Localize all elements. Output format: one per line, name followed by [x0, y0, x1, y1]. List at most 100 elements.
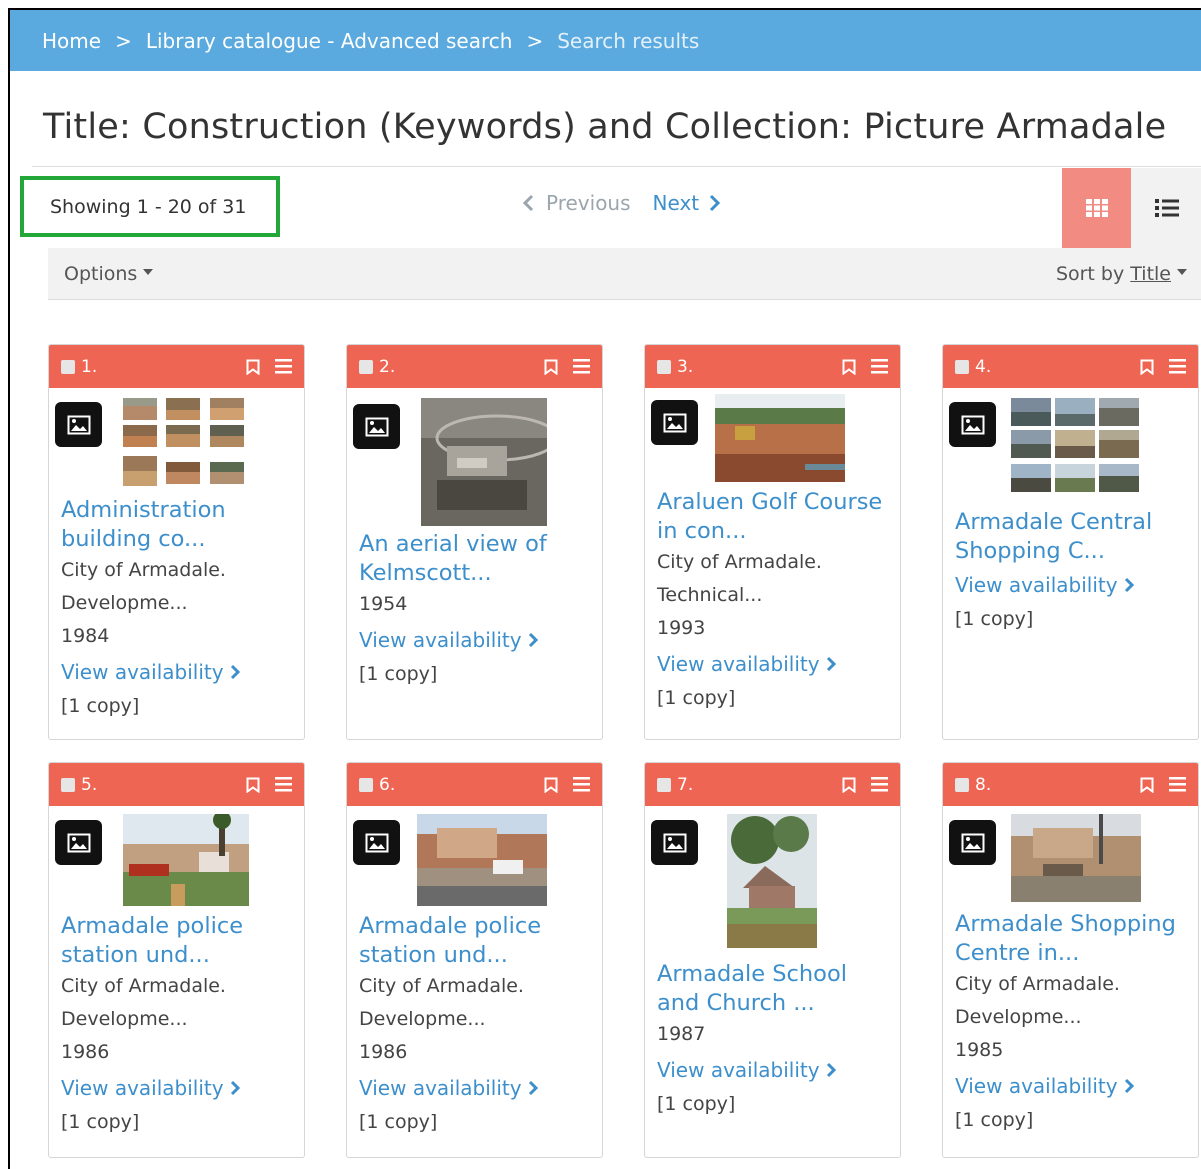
result-year: 1993 — [657, 617, 706, 639]
sort-prefix: Sort by — [1055, 262, 1125, 285]
card-header: 6. — [347, 763, 602, 806]
chevron-left-icon — [522, 194, 534, 212]
select-checkbox[interactable] — [61, 359, 75, 374]
menu-icon[interactable] — [275, 777, 292, 792]
card-body: Armadale police station und... City of A… — [347, 814, 602, 1151]
menu-icon[interactable] — [275, 359, 292, 374]
result-thumbnail[interactable] — [705, 394, 845, 482]
availability-label: View availability — [61, 1076, 224, 1100]
copies-count: [1 copy] — [61, 1111, 140, 1133]
result-card: 2. An aerial view of Kelmscott... 1954 V… — [346, 344, 603, 740]
menu-icon[interactable] — [1169, 777, 1186, 792]
result-title-link[interactable]: Armadale police station und... — [61, 912, 292, 970]
chevron-right-icon — [826, 656, 836, 672]
menu-icon[interactable] — [871, 359, 888, 374]
select-checkbox[interactable] — [61, 777, 75, 792]
menu-icon[interactable] — [573, 777, 590, 792]
chevron-right-icon — [710, 194, 721, 212]
view-availability-link[interactable]: View availability — [61, 655, 292, 689]
view-availability-link[interactable]: View availability — [955, 568, 1186, 602]
select-checkbox[interactable] — [955, 359, 969, 374]
caret-down-icon — [143, 269, 154, 275]
result-thumbnail[interactable] — [109, 396, 249, 490]
result-title-line: Armadale police — [359, 913, 542, 939]
result-title-line: Armadale Central — [955, 509, 1153, 535]
result-card: 7. Armadale School and Church ... 1987 V… — [644, 762, 901, 1158]
view-availability-link[interactable]: View availability — [359, 1071, 590, 1105]
select-checkbox[interactable] — [657, 359, 671, 374]
result-title-link[interactable]: Armadale School and Church ... — [657, 960, 888, 1018]
result-series: Developme... — [359, 1008, 486, 1030]
result-title-link[interactable]: Armadale Central Shopping C... — [955, 508, 1186, 566]
bookmark-icon[interactable] — [246, 777, 260, 793]
result-thumbnail[interactable] — [705, 814, 845, 948]
select-checkbox[interactable] — [359, 359, 373, 374]
copies-count: [1 copy] — [359, 663, 438, 685]
bookmark-icon[interactable] — [1140, 777, 1154, 793]
bookmark-icon[interactable] — [842, 359, 856, 375]
view-availability-link[interactable]: View availability — [61, 1071, 292, 1105]
image-icon — [55, 402, 102, 447]
bookmark-icon[interactable] — [246, 359, 260, 375]
image-icon — [651, 400, 698, 445]
result-title-line: station und... — [359, 942, 508, 968]
bookmark-icon[interactable] — [1140, 359, 1154, 375]
pagination: Previous Next — [522, 191, 721, 215]
result-series: Developme... — [61, 1008, 188, 1030]
menu-icon[interactable] — [1169, 359, 1186, 374]
list-view-button[interactable] — [1131, 168, 1201, 248]
result-title-link[interactable]: Armadale police station und... — [359, 912, 590, 970]
view-availability-link[interactable]: View availability — [359, 623, 590, 657]
breadcrumb-separator: > — [526, 28, 544, 53]
result-title-link[interactable]: Armadale Shopping Centre in... — [955, 910, 1186, 968]
result-title-link[interactable]: An aerial view of Kelmscott... — [359, 530, 590, 588]
view-availability-link[interactable]: View availability — [657, 647, 888, 681]
next-button[interactable]: Next — [653, 191, 722, 215]
copies-count: [1 copy] — [359, 1111, 438, 1133]
select-checkbox[interactable] — [359, 777, 373, 792]
select-checkbox[interactable] — [657, 777, 671, 792]
previous-button[interactable]: Previous — [522, 191, 631, 215]
view-availability-link[interactable]: View availability — [955, 1069, 1186, 1103]
result-thumbnail[interactable] — [109, 814, 249, 906]
bookmark-icon[interactable] — [544, 359, 558, 375]
card-header: 1. — [49, 345, 304, 388]
result-title-line: Armadale police — [61, 913, 244, 939]
select-checkbox[interactable] — [955, 777, 969, 792]
result-card: 8. Armadale Shopping Centre in... City o… — [942, 762, 1199, 1158]
result-thumbnail[interactable] — [407, 814, 547, 906]
result-title-line: and Church ... — [657, 990, 815, 1016]
result-title-line: station und... — [61, 942, 210, 968]
result-title-link[interactable]: Administration building co... — [61, 496, 292, 554]
card-header: 4. — [943, 345, 1198, 388]
result-thumbnail[interactable] — [407, 398, 547, 526]
result-title-line: Shopping C... — [955, 538, 1105, 564]
result-year: 1986 — [61, 1041, 110, 1063]
result-thumbnail[interactable] — [1003, 396, 1143, 496]
card-body: Administration building co... City of Ar… — [49, 396, 304, 735]
menu-icon[interactable] — [573, 359, 590, 374]
result-year: 1984 — [61, 625, 110, 647]
breadcrumb-advanced-search[interactable]: Library catalogue - Advanced search — [146, 29, 513, 53]
chevron-right-icon — [230, 1080, 240, 1096]
availability-label: View availability — [657, 1058, 820, 1082]
menu-icon[interactable] — [871, 777, 888, 792]
result-title-link[interactable]: Araluen Golf Course in con... — [657, 488, 888, 546]
bookmark-icon[interactable] — [842, 777, 856, 793]
breadcrumb-home[interactable]: Home — [42, 29, 101, 53]
grid-view-button[interactable] — [1062, 168, 1131, 248]
grid-view-icon — [1085, 199, 1108, 217]
options-dropdown[interactable]: Options — [64, 263, 154, 285]
chevron-right-icon — [1124, 1078, 1134, 1094]
result-thumbnail[interactable] — [1003, 814, 1143, 902]
view-availability-link[interactable]: View availability — [657, 1053, 888, 1087]
image-icon — [353, 404, 400, 449]
result-author: City of Armadale. — [657, 551, 822, 573]
bookmark-icon[interactable] — [544, 777, 558, 793]
chevron-right-icon — [528, 632, 538, 648]
sort-dropdown[interactable]: Sort by Title — [1056, 263, 1187, 285]
result-number: 3. — [677, 356, 694, 377]
availability-label: View availability — [657, 652, 820, 676]
card-body: Armadale Central Shopping C... View avai… — [943, 396, 1198, 648]
result-number: 6. — [379, 774, 396, 795]
